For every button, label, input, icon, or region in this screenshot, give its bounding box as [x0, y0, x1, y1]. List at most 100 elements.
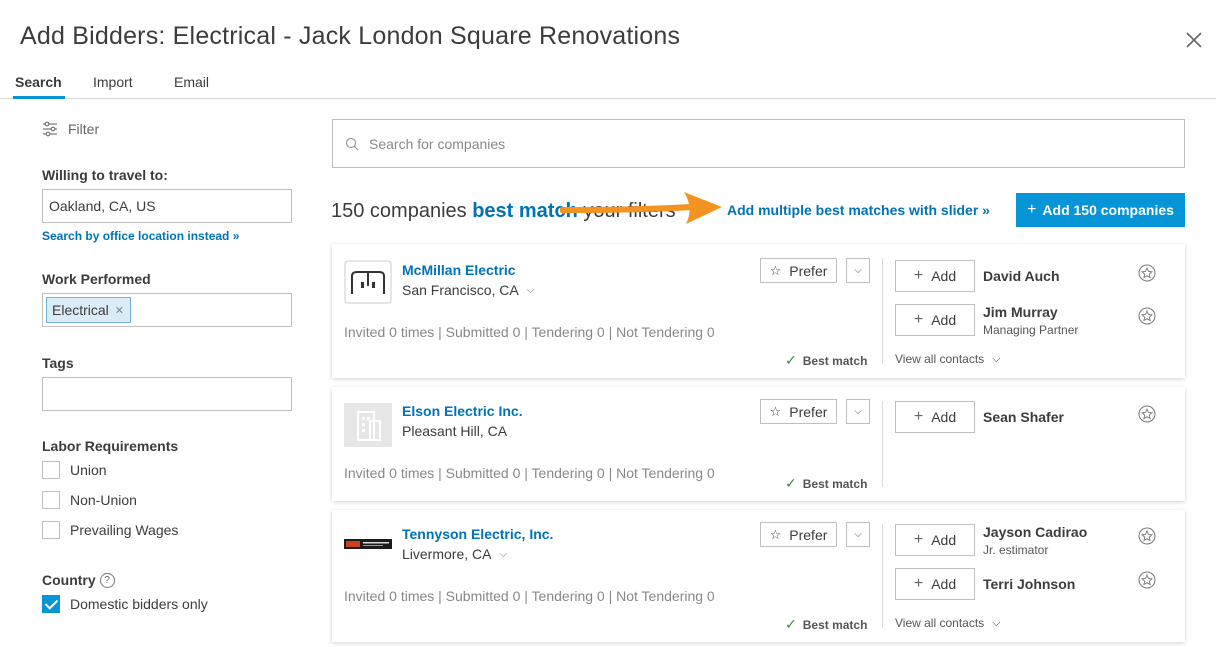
prefer-label: Prefer [789, 403, 828, 420]
domestic-checkbox[interactable] [42, 595, 60, 613]
divider [882, 524, 883, 628]
labor-option-non-union[interactable]: Non-Union [42, 491, 137, 509]
tab-search[interactable]: Search [15, 74, 62, 90]
labor-option-prevailing[interactable]: Prevailing Wages [42, 521, 178, 539]
union-checkbox[interactable] [42, 461, 60, 479]
prefer-label: Prefer [789, 262, 828, 279]
non-union-checkbox[interactable] [42, 491, 60, 509]
close-icon[interactable] [1184, 30, 1204, 50]
tags-label: Tags [42, 355, 74, 371]
dialog-title: Add Bidders: Electrical - Jack London Sq… [20, 22, 681, 50]
tab-import[interactable]: Import [93, 74, 133, 90]
check-icon: ✓ [785, 616, 797, 632]
company-location[interactable]: Livermore, CA ⌵ [402, 546, 507, 562]
prefer-dropdown[interactable]: ⌵ [846, 399, 870, 424]
active-tab-indicator [13, 96, 65, 99]
badge-star-icon[interactable] [1138, 405, 1156, 423]
contact-name: David Auch [983, 268, 1060, 284]
filter-sliders-icon [43, 121, 57, 137]
best-match-badge: ✓ Best match [785, 616, 867, 633]
chevron-down-icon: ⌵ [992, 616, 1001, 629]
plus-icon: + [913, 267, 924, 284]
location-text: Livermore, CA [402, 546, 492, 562]
plus-icon: + [913, 408, 924, 425]
location-text: Pleasant Hill, CA [402, 423, 508, 439]
divider [882, 401, 883, 487]
help-icon[interactable]: ? [99, 572, 115, 588]
company-name[interactable]: Tennyson Electric, Inc. [402, 526, 553, 542]
country-label-row: Country ? [42, 572, 115, 588]
country-label: Country [42, 572, 96, 588]
add-contact-button[interactable]: + Add [895, 568, 975, 600]
contact-name: Jim Murray [983, 304, 1058, 320]
company-card: Elson Electric Inc. Pleasant Hill, CA In… [332, 387, 1185, 501]
travel-location-input[interactable] [42, 189, 292, 223]
plus-icon: + [913, 311, 924, 328]
add-with-slider-link[interactable]: Add multiple best matches with slider » [727, 202, 990, 218]
check-icon: ✓ [785, 475, 797, 491]
badge-star-icon[interactable] [1138, 571, 1156, 589]
search-icon [345, 137, 359, 150]
company-card: Tennyson Electric, Inc. Livermore, CA ⌵ … [332, 510, 1185, 642]
company-logo [344, 539, 392, 549]
contact-name: Jayson Cadirao [983, 524, 1088, 540]
prefer-dropdown[interactable]: ⌵ [846, 258, 870, 283]
tab-email[interactable]: Email [174, 74, 209, 90]
add-label: Add [931, 268, 957, 284]
best-match-badge: ✓ Best match [785, 475, 867, 492]
contact-name: Sean Shafer [983, 409, 1064, 425]
company-location[interactable]: San Francisco, CA ⌵ [402, 282, 534, 298]
best-match-badge: ✓ Best match [785, 352, 867, 369]
add-contact-button[interactable]: + Add [895, 401, 975, 433]
company-search-input[interactable] [369, 135, 1129, 152]
company-location: Pleasant Hill, CA [402, 423, 507, 439]
prefer-button[interactable]: ☆ Prefer [760, 399, 837, 424]
view-all-contacts-link[interactable]: View all contacts ⌵ [895, 616, 1001, 630]
labor-label: Labor Requirements [42, 438, 179, 454]
add-contact-button[interactable]: + Add [895, 524, 975, 556]
add-label: Add [931, 409, 957, 425]
add-label: Add [931, 312, 957, 328]
add-all-companies-button[interactable]: + Add 150 companies [1016, 193, 1185, 227]
union-label: Union [70, 462, 107, 478]
plus-icon: + [913, 575, 924, 592]
company-name[interactable]: McMillan Electric [402, 262, 516, 278]
prevailing-wages-checkbox[interactable] [42, 521, 60, 539]
prefer-label: Prefer [789, 526, 828, 543]
add-contact-button[interactable]: + Add [895, 304, 975, 336]
chip-remove-icon[interactable]: ✕ [115, 304, 124, 317]
star-icon: ☆ [769, 403, 782, 419]
prefer-button[interactable]: ☆ Prefer [760, 522, 837, 547]
check-icon: ✓ [785, 352, 797, 368]
chevron-down-icon: ⌵ [992, 352, 1001, 365]
view-all-contacts-link[interactable]: View all contacts ⌵ [895, 352, 1001, 366]
badge-star-icon[interactable] [1138, 264, 1156, 282]
chevron-down-icon: ⌵ [854, 529, 862, 540]
office-location-link[interactable]: Search by office location instead » [42, 229, 239, 243]
contact-name: Terri Johnson [983, 576, 1076, 592]
filter-header[interactable]: Filter [42, 121, 99, 137]
prefer-dropdown[interactable]: ⌵ [846, 522, 870, 547]
tags-input[interactable] [42, 377, 292, 411]
contact-role: Jr. estimator [983, 543, 1049, 557]
prefer-button[interactable]: ☆ Prefer [760, 258, 837, 283]
chevron-down-icon: ⌵ [854, 406, 862, 417]
bid-stats: Invited 0 times | Submitted 0 | Tenderin… [344, 465, 715, 481]
add-contact-button[interactable]: + Add [895, 260, 975, 292]
badge-star-icon[interactable] [1138, 307, 1156, 325]
divider [882, 258, 883, 364]
company-search-box[interactable] [332, 119, 1185, 168]
contact-role: Managing Partner [983, 323, 1079, 337]
star-icon: ☆ [769, 262, 782, 278]
filter-label: Filter [68, 121, 100, 137]
company-logo [344, 260, 392, 304]
add-all-label: Add 150 companies [1042, 202, 1174, 218]
company-name[interactable]: Elson Electric Inc. [402, 403, 523, 419]
domestic-label: Domestic bidders only [70, 596, 208, 612]
badge-star-icon[interactable] [1138, 527, 1156, 545]
country-option[interactable]: Domestic bidders only [42, 595, 208, 613]
building-placeholder-icon [344, 403, 392, 447]
bid-stats: Invited 0 times | Submitted 0 | Tenderin… [344, 324, 715, 340]
work-chip: Electrical ✕ [46, 297, 132, 323]
labor-option-union[interactable]: Union [42, 461, 107, 479]
